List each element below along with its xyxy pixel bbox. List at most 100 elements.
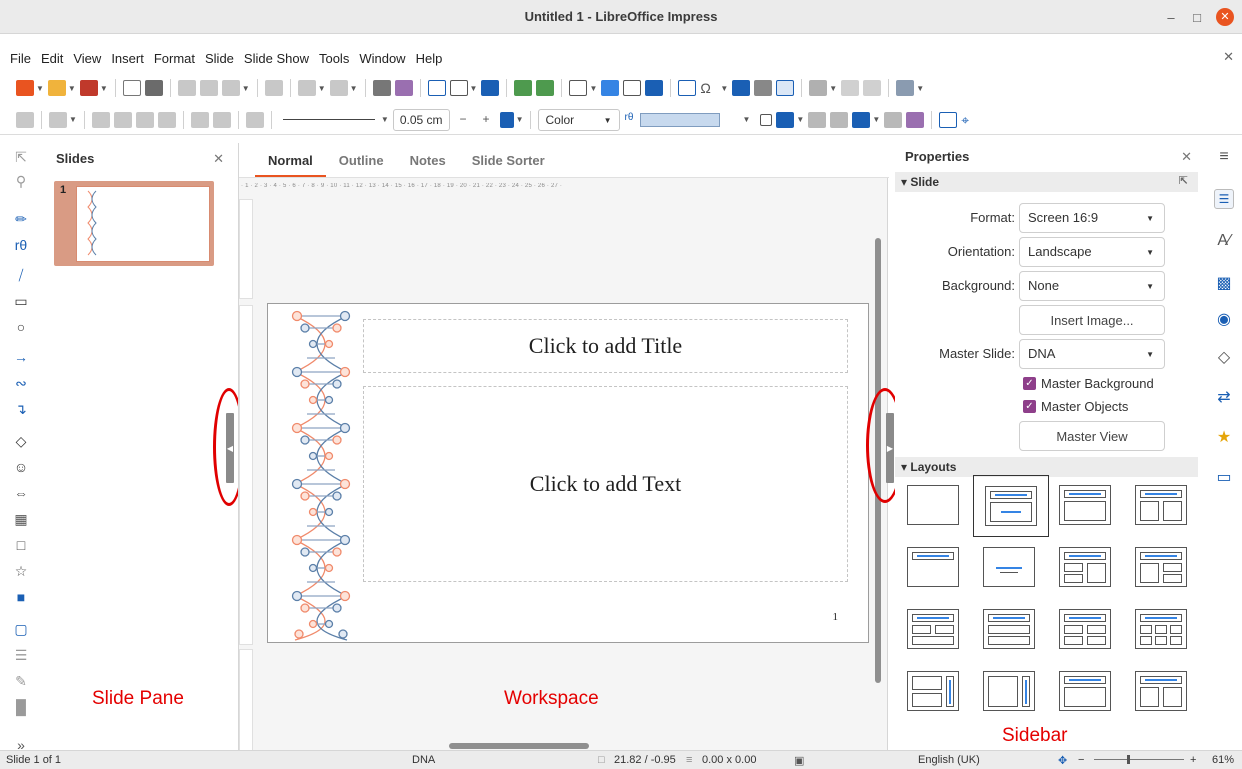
master-slides-deck-icon[interactable]: ▭ — [1214, 467, 1234, 487]
menu-slide[interactable]: Slide — [200, 51, 239, 66]
image-icon[interactable] — [601, 80, 620, 96]
layout-title-2-content-content[interactable] — [1055, 543, 1115, 591]
line-width-field[interactable]: 0.05 cm — [392, 108, 450, 131]
slide-section-header[interactable]: ▾ Slide ⇱ — [895, 172, 1198, 192]
find-replace-icon[interactable] — [372, 80, 391, 96]
views-dropdown-icon[interactable]: ▼ — [470, 84, 478, 93]
flip-icon[interactable] — [808, 111, 827, 128]
gallery-deck-icon[interactable]: ▩ — [1214, 273, 1234, 293]
glue-points-icon[interactable] — [884, 111, 903, 128]
special-character-dropdown-icon[interactable]: ▼ — [720, 84, 728, 93]
hyperlink-icon[interactable] — [754, 80, 773, 96]
arrange-tool-icon[interactable]: ✎ — [12, 673, 30, 689]
master-slide-icon[interactable] — [481, 80, 500, 96]
line-color-tool-icon[interactable]: ✏ — [12, 211, 30, 227]
zoom-slider[interactable] — [1094, 759, 1184, 760]
master-objects-checkbox[interactable]: ✓ Master Objects — [1023, 397, 1128, 415]
shadow-icon[interactable] — [760, 113, 773, 126]
grid-icon[interactable] — [427, 80, 446, 96]
slide-layout-dropdown-icon[interactable]: ▼ — [916, 84, 924, 93]
snap-grid-icon[interactable] — [939, 111, 958, 128]
transform-dropdown-icon[interactable]: ▼ — [796, 115, 804, 124]
close-sidebar-icon[interactable]: ✕ — [1181, 149, 1192, 165]
send-backward-icon[interactable] — [135, 111, 154, 128]
minimize-button[interactable]: – — [1158, 10, 1184, 25]
tab-slide-sorter[interactable]: Slide Sorter — [459, 143, 558, 177]
orientation-select[interactable]: Landscape ▼ — [1019, 237, 1165, 267]
line-color-dropdown-icon[interactable]: ▼ — [516, 115, 524, 124]
fit-slide-icon[interactable]: ✥ — [1058, 754, 1067, 767]
cut-icon[interactable] — [177, 80, 196, 96]
slide-layout-icon[interactable] — [896, 80, 915, 96]
bring-to-front-icon[interactable] — [91, 111, 110, 128]
show-draw-functions-icon[interactable] — [776, 80, 795, 96]
sidebar-menu-icon[interactable]: ≡ — [1214, 147, 1234, 167]
styles-deck-icon[interactable]: A⁄ — [1214, 231, 1234, 251]
basic-shapes-icon[interactable]: ◇ — [12, 433, 30, 449]
fill-color-tool-icon[interactable]: rθ — [12, 237, 30, 253]
menu-view[interactable]: View — [68, 51, 106, 66]
new-slide-dropdown-icon[interactable]: ▼ — [829, 84, 837, 93]
helplines-icon[interactable]: ⌖ — [961, 112, 979, 128]
layout-title-two-columns[interactable] — [1131, 481, 1191, 529]
layout-centered-text[interactable] — [979, 543, 1039, 591]
background-select[interactable]: None ▼ — [1019, 271, 1165, 301]
align-icon[interactable] — [16, 111, 34, 128]
slide-canvas[interactable]: Click to add Title Click to add Text 1 — [267, 303, 869, 643]
undo-icon[interactable] — [297, 80, 316, 96]
layout-vertical-title-text-chart[interactable] — [903, 667, 963, 715]
close-slides-pane-icon[interactable]: ✕ — [213, 151, 224, 167]
flowchart-icon[interactable]: ▦ — [12, 511, 30, 527]
menu-file[interactable]: File — [5, 51, 36, 66]
menu-help[interactable]: Help — [411, 51, 448, 66]
fontwork-shape-icon[interactable] — [906, 111, 925, 128]
fill-color-icon[interactable]: rθ — [624, 112, 636, 128]
zoom-out-button[interactable]: − — [1078, 754, 1084, 766]
symbol-shapes-icon[interactable]: ☺ — [12, 459, 30, 475]
align-tool-icon[interactable]: ☰ — [12, 647, 30, 663]
properties-deck-icon[interactable]: ☰ — [1214, 189, 1234, 209]
redo-dropdown-icon[interactable]: ▼ — [350, 84, 358, 93]
bring-forward-icon[interactable] — [113, 111, 132, 128]
tab-notes[interactable]: Notes — [397, 143, 459, 177]
line-width-decrease-button[interactable]: − — [453, 108, 473, 131]
tab-outline[interactable]: Outline — [326, 143, 397, 177]
layout-title-only[interactable] — [903, 543, 963, 591]
master-slide-select[interactable]: DNA ▼ — [1019, 339, 1165, 369]
behind-object-icon[interactable] — [212, 111, 231, 128]
points-tool-icon[interactable]: ▢ — [12, 621, 30, 637]
menu-format[interactable]: Format — [149, 51, 200, 66]
align-dropdown-icon[interactable]: ▼ — [69, 115, 77, 124]
layout-title-4-content[interactable] — [1055, 605, 1115, 653]
line-width-increase-button[interactable]: + — [476, 108, 496, 131]
save-dropdown-icon[interactable]: ▼ — [100, 84, 108, 93]
menu-slide-show[interactable]: Slide Show — [239, 51, 314, 66]
line-style-dropdown-icon[interactable]: ▼ — [381, 115, 389, 124]
clone-formatting-icon[interactable] — [264, 80, 283, 96]
menu-tools[interactable]: Tools — [314, 51, 354, 66]
layout-title-2-content-over-content[interactable] — [903, 605, 963, 653]
shapes-deck-icon[interactable]: ◇ — [1214, 347, 1234, 367]
new-slide-icon[interactable] — [809, 80, 828, 96]
layout-title-vertical-text-clipart[interactable] — [1131, 667, 1191, 715]
layout-title-6-content[interactable] — [1131, 605, 1191, 653]
table-icon[interactable] — [569, 80, 588, 96]
layouts-section-header[interactable]: ▾ Layouts — [895, 457, 1198, 477]
format-select[interactable]: Screen 16:9 ▼ — [1019, 203, 1165, 233]
fill-color-dropdown-icon[interactable]: ▼ — [742, 115, 750, 124]
navigator-deck-icon[interactable]: ◉ — [1214, 309, 1234, 329]
export-pdf-icon[interactable] — [122, 80, 141, 96]
zoom-in-button[interactable]: + — [1190, 754, 1196, 766]
layout-title-content[interactable] — [973, 475, 1049, 537]
slide-thumbnail[interactable] — [76, 186, 210, 262]
display-views-icon[interactable] — [449, 80, 468, 96]
chart-icon[interactable] — [645, 80, 664, 96]
paste-icon[interactable] — [221, 80, 240, 96]
delete-slide-icon[interactable] — [863, 80, 882, 96]
content-placeholder[interactable]: Click to add Text — [363, 386, 848, 582]
table-dropdown-icon[interactable]: ▼ — [589, 84, 597, 93]
points-dropdown-icon[interactable]: ▼ — [872, 115, 880, 124]
close-window-button[interactable]: ✕ — [1216, 8, 1234, 26]
start-current-slide-icon[interactable] — [536, 80, 555, 96]
in-front-of-object-icon[interactable] — [190, 111, 209, 128]
